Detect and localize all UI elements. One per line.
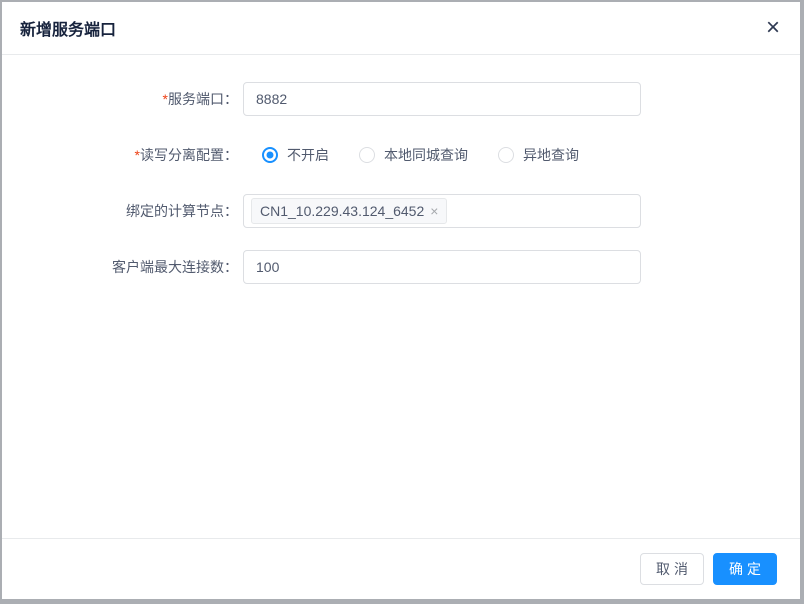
dialog-body: *服务端口： *读写分离配置： 不开启 本地同城查询 异地查询 (2, 55, 800, 538)
bound-node-label-text: 绑定的计算节点： (126, 203, 238, 219)
radio-option-remote-query[interactable]: 异地查询 (498, 145, 579, 165)
bound-node-control: CN1_10.229.43.124_6452 × (243, 194, 641, 228)
dialog-header: 新增服务端口 × (2, 2, 800, 55)
service-port-control (243, 82, 641, 116)
max-connections-label: 客户端最大连接数： (2, 257, 238, 277)
bound-node-tag-text: CN1_10.229.43.124_6452 (260, 203, 425, 219)
form-row-bound-node: 绑定的计算节点： CN1_10.229.43.124_6452 × (2, 194, 800, 228)
service-port-label: *服务端口： (2, 89, 238, 109)
radio-option-label: 异地查询 (523, 147, 579, 163)
max-connections-control (243, 250, 641, 284)
rw-split-label: *读写分离配置： (2, 145, 238, 165)
bound-node-select[interactable]: CN1_10.229.43.124_6452 × (243, 194, 641, 228)
radio-option-disabled[interactable]: 不开启 (262, 145, 329, 165)
max-connections-label-text: 客户端最大连接数： (112, 259, 238, 275)
dialog-title: 新增服务端口 (20, 22, 117, 39)
form-row-max-connections: 客户端最大连接数： (2, 250, 800, 284)
form-row-rw-split: *读写分离配置： 不开启 本地同城查询 异地查询 (2, 138, 800, 172)
radio-option-label: 本地同城查询 (384, 147, 468, 163)
service-port-input[interactable] (243, 82, 641, 116)
dialog-footer: 取消 确定 (2, 538, 800, 599)
radio-option-label: 不开启 (287, 147, 329, 163)
bound-node-label: 绑定的计算节点： (2, 201, 238, 221)
radio-unselected-icon[interactable] (359, 147, 375, 163)
add-service-port-dialog: 新增服务端口 × *服务端口： *读写分离配置： 不开启 本地同城查询 (2, 2, 800, 599)
radio-option-local-city-query[interactable]: 本地同城查询 (359, 145, 468, 165)
tag-remove-icon[interactable]: × (430, 204, 438, 218)
bound-node-tag: CN1_10.229.43.124_6452 × (251, 198, 448, 224)
max-connections-input[interactable] (243, 250, 641, 284)
close-icon[interactable]: × (764, 16, 782, 40)
service-port-label-text: 服务端口： (168, 91, 238, 107)
rw-split-radio-group: 不开启 本地同城查询 异地查询 (243, 138, 609, 172)
form-row-service-port: *服务端口： (2, 82, 800, 116)
confirm-button[interactable]: 确定 (713, 553, 777, 585)
cancel-button[interactable]: 取消 (640, 553, 704, 585)
radio-selected-icon[interactable] (262, 147, 278, 163)
rw-split-label-text: 读写分离配置： (140, 147, 238, 163)
radio-unselected-icon[interactable] (498, 147, 514, 163)
